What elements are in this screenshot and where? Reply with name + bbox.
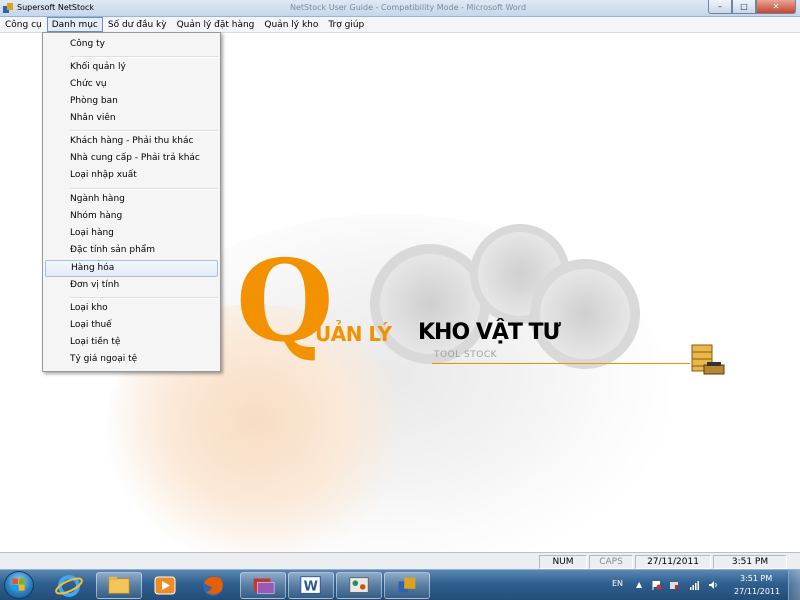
status-caps: CAPS <box>589 555 633 569</box>
window-controls: – □ ✕ <box>708 0 796 14</box>
status-num: NUM <box>539 555 587 569</box>
menu-item-loai-thue[interactable]: Loại thuế <box>45 317 218 334</box>
menu-item-nhan-vien[interactable]: Nhân viên <box>45 110 218 127</box>
taskbar-app[interactable] <box>240 572 286 599</box>
status-time: 3:51 PM <box>713 555 787 569</box>
menu-item-ty-gia-ngoai-te[interactable]: Tỷ giá ngoại tệ <box>45 351 218 368</box>
menu-danh-muc[interactable]: Danh mục <box>46 17 103 32</box>
app-icon <box>253 578 275 594</box>
window-title: Supersoft NetStock <box>17 3 95 12</box>
menu-separator <box>70 130 218 132</box>
tray-clock-time[interactable]: 3:51 PM <box>740 574 772 583</box>
menu-cong-cu[interactable]: Công cụ <box>0 17 47 32</box>
svg-text:W: W <box>304 580 318 595</box>
logo-product-name: KHO VẬT TƯ <box>418 320 561 345</box>
internet-explorer-icon <box>55 575 83 597</box>
menu-item-dac-tinh-san-pham[interactable]: Đặc tính sản phẩm <box>45 242 218 259</box>
menu-item-loai-tien-te[interactable]: Loại tiền tệ <box>45 334 218 351</box>
menu-item-loai-kho[interactable]: Loại kho <box>45 300 218 317</box>
menu-quan-ly-dat-hang[interactable]: Quản lý đặt hàng <box>172 17 260 32</box>
media-player-icon <box>154 576 176 595</box>
menu-quan-ly-kho[interactable]: Quản lý kho <box>259 17 323 32</box>
menu-bar: Công cụ Danh mục Số dư đầu kỳ Quản lý đặ… <box>0 17 800 33</box>
menu-item-phong-ban[interactable]: Phòng ban <box>45 93 218 110</box>
menu-separator <box>70 297 218 299</box>
status-date: 27/11/2011 <box>635 555 711 569</box>
start-button[interactable] <box>4 571 34 599</box>
tray-clock-date[interactable]: 27/11/2011 <box>734 587 780 596</box>
title-bar: Supersoft NetStock NetStock User Guide -… <box>0 0 800 17</box>
menu-item-chuc-vu[interactable]: Chức vụ <box>45 76 218 93</box>
menu-item-nganh-hang[interactable]: Ngành hàng <box>45 191 218 208</box>
menu-item-nhom-hang[interactable]: Nhóm hàng <box>45 208 218 225</box>
menu-item-cong-ty[interactable]: Công ty <box>45 36 218 53</box>
tray-network-icon[interactable] <box>689 580 699 590</box>
storage-box-icon <box>691 344 725 375</box>
maximize-button[interactable]: □ <box>732 0 756 14</box>
tray-volume-icon[interactable] <box>708 580 718 590</box>
menu-separator <box>70 56 218 58</box>
menu-so-du-dau-ky[interactable]: Số dư đầu kỳ <box>103 17 172 32</box>
status-bar: NUM CAPS 27/11/2011 3:51 PM <box>0 552 800 569</box>
close-button[interactable]: ✕ <box>756 0 796 14</box>
logo-text-quan-ly: UẢN LÝ <box>315 322 392 346</box>
tray-arrow-icon[interactable]: ▲ <box>636 580 642 589</box>
tray-device-icon[interactable] <box>669 580 679 590</box>
menu-item-khach-hang[interactable]: Khách hàng - Phải thu khác <box>45 133 218 150</box>
logo-subtitle: TOOL STOCK <box>434 350 498 360</box>
app-logo-icon <box>3 3 13 13</box>
paint-icon <box>349 577 369 593</box>
taskbar-media-player[interactable] <box>142 572 188 599</box>
menu-separator <box>70 188 218 190</box>
show-desktop-button[interactable] <box>788 570 800 600</box>
taskbar-internet-explorer[interactable] <box>46 572 92 599</box>
taskbar-firefox[interactable] <box>190 572 236 599</box>
file-explorer-icon <box>108 576 130 594</box>
menu-item-loai-nhap-xuat[interactable]: Loại nhập xuất <box>45 167 218 184</box>
menu-item-nha-cung-cap[interactable]: Nhà cung cấp - Phải trả khác <box>45 150 218 167</box>
taskbar-paint[interactable] <box>336 572 382 599</box>
word-icon: W <box>300 576 321 595</box>
menu-tro-giup[interactable]: Trợ giúp <box>323 17 369 32</box>
windows-logo-icon <box>12 578 25 591</box>
menu-item-khoi-quan-ly[interactable]: Khối quản lý <box>45 59 218 76</box>
menu-item-don-vi-tinh[interactable]: Đơn vị tính <box>45 277 218 294</box>
logo-underline <box>432 363 690 364</box>
firefox-icon <box>203 576 223 596</box>
taskbar-file-explorer[interactable] <box>96 572 142 599</box>
tray-flag-icon[interactable] <box>652 580 662 590</box>
minimize-button[interactable]: – <box>708 0 732 14</box>
taskbar-word[interactable]: W <box>288 572 334 599</box>
menu-item-hang-hoa[interactable]: Hàng hóa <box>45 260 218 277</box>
window-title-ghost: NetStock User Guide - Compatibility Mode… <box>290 3 527 12</box>
tray-language[interactable]: EN <box>612 579 623 588</box>
taskbar: W EN ▲ 3:51 PM 27/11/2011 <box>0 569 800 600</box>
menu-item-loai-hang[interactable]: Loại hàng <box>45 225 218 242</box>
pipe-graphic <box>530 259 640 369</box>
danh-muc-dropdown: Công ty Khối quản lý Chức vụ Phòng ban N… <box>42 32 221 372</box>
taskbar-netstock[interactable] <box>384 572 430 599</box>
netstock-icon <box>398 577 416 593</box>
